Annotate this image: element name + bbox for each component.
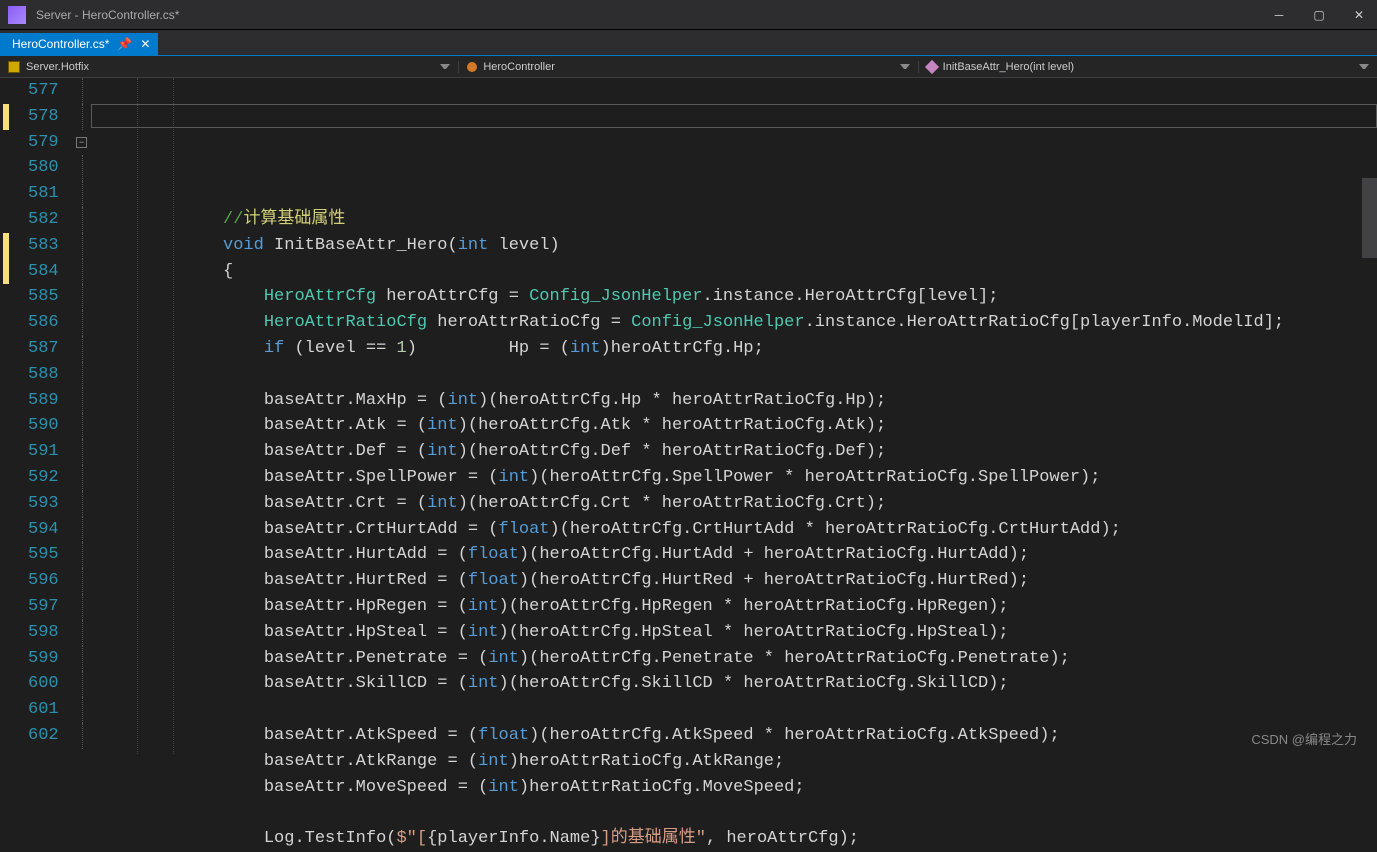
- tab-close-icon[interactable]: ✕: [140, 37, 150, 51]
- code-line[interactable]: [101, 362, 1377, 388]
- pin-icon[interactable]: 📌: [117, 37, 132, 51]
- line-number: 600: [28, 671, 59, 697]
- line-number: 587: [28, 336, 59, 362]
- line-number: 601: [28, 697, 59, 723]
- line-number: 583: [28, 233, 59, 259]
- line-number: 590: [28, 413, 59, 439]
- code-line[interactable]: Log.TestInfo($"[{playerInfo.Name}]的基础属性"…: [101, 826, 1377, 852]
- code-editor[interactable]: 5775785795805815825835845855865875885895…: [0, 78, 1377, 754]
- title-bar: Server - HeroController.cs* ─ ▢ ✕: [0, 0, 1377, 30]
- context-namespace-label: Server.Hotfix: [26, 61, 89, 73]
- line-number: 594: [28, 517, 59, 543]
- visualstudio-icon: [8, 6, 26, 24]
- code-line[interactable]: [101, 697, 1377, 723]
- code-line[interactable]: baseAttr.SpellPower = (int)(heroAttrCfg.…: [101, 465, 1377, 491]
- window-controls: ─ ▢ ✕: [1269, 8, 1369, 22]
- line-number: 579: [28, 130, 59, 156]
- line-number: 591: [28, 439, 59, 465]
- namespace-icon: [8, 61, 20, 73]
- code-line[interactable]: baseAttr.MoveSpeed = (int)heroAttrRatioC…: [101, 775, 1377, 801]
- code-line[interactable]: baseAttr.MaxHp = (int)(heroAttrCfg.Hp * …: [101, 388, 1377, 414]
- code-line[interactable]: baseAttr.HurtAdd = (float)(heroAttrCfg.H…: [101, 542, 1377, 568]
- watermark: CSDN @编程之力: [1251, 729, 1357, 748]
- code-line[interactable]: [101, 800, 1377, 826]
- tab-label: HeroController.cs*: [12, 37, 109, 51]
- line-number: 578: [28, 104, 59, 130]
- code-line[interactable]: baseAttr.HurtRed = (float)(heroAttrCfg.H…: [101, 568, 1377, 594]
- context-class-label: HeroController: [483, 61, 555, 73]
- minimize-button[interactable]: ─: [1269, 8, 1289, 22]
- code-line[interactable]: baseAttr.Crt = (int)(heroAttrCfg.Crt * h…: [101, 491, 1377, 517]
- tab-bar: HeroController.cs* 📌 ✕: [0, 30, 1377, 56]
- code-line[interactable]: //计算基础属性: [101, 207, 1377, 233]
- context-method[interactable]: InitBaseAttr_Hero(int level): [919, 61, 1377, 73]
- context-class[interactable]: HeroController: [459, 61, 918, 73]
- line-number: 585: [28, 284, 59, 310]
- chevron-down-icon: [900, 64, 910, 70]
- line-number: 582: [28, 207, 59, 233]
- line-number: 588: [28, 362, 59, 388]
- code-line[interactable]: HeroAttrCfg heroAttrCfg = Config_JsonHel…: [101, 284, 1377, 310]
- line-number: 597: [28, 594, 59, 620]
- class-icon: [467, 62, 477, 72]
- line-number: 589: [28, 388, 59, 414]
- scrollbar-thumb[interactable]: [1362, 178, 1377, 258]
- line-number: 577: [28, 78, 59, 104]
- code-area[interactable]: //计算基础属性 void InitBaseAttr_Hero(int leve…: [91, 78, 1377, 754]
- code-line[interactable]: baseAttr.HpRegen = (int)(heroAttrCfg.HpR…: [101, 594, 1377, 620]
- code-line[interactable]: if (level == 1) Hp = (int)heroAttrCfg.Hp…: [101, 336, 1377, 362]
- line-number: 580: [28, 155, 59, 181]
- line-number: 592: [28, 465, 59, 491]
- chevron-down-icon: [1359, 64, 1369, 70]
- line-number: 596: [28, 568, 59, 594]
- code-line[interactable]: [101, 181, 1377, 207]
- chevron-down-icon: [440, 64, 450, 70]
- line-number-gutter[interactable]: 5775785795805815825835845855865875885895…: [0, 78, 73, 754]
- context-namespace[interactable]: Server.Hotfix: [0, 61, 459, 73]
- code-line[interactable]: HeroAttrRatioCfg heroAttrRatioCfg = Conf…: [101, 310, 1377, 336]
- code-line[interactable]: baseAttr.AtkRange = (int)heroAttrRatioCf…: [101, 749, 1377, 775]
- fold-toggle-icon[interactable]: −: [76, 137, 87, 148]
- code-line[interactable]: baseAttr.AtkSpeed = (float)(heroAttrCfg.…: [101, 723, 1377, 749]
- current-line-outline: [91, 104, 1377, 128]
- close-button[interactable]: ✕: [1349, 8, 1369, 22]
- line-number: 584: [28, 259, 59, 285]
- change-marker: [3, 104, 9, 130]
- code-line[interactable]: void InitBaseAttr_Hero(int level): [101, 233, 1377, 259]
- change-marker: [3, 233, 9, 259]
- context-bar: Server.Hotfix HeroController InitBaseAtt…: [0, 56, 1377, 78]
- line-number: 581: [28, 181, 59, 207]
- line-number: 602: [28, 723, 59, 749]
- code-line[interactable]: baseAttr.SkillCD = (int)(heroAttrCfg.Ski…: [101, 671, 1377, 697]
- code-line[interactable]: {: [101, 259, 1377, 285]
- code-line[interactable]: baseAttr.Penetrate = (int)(heroAttrCfg.P…: [101, 646, 1377, 672]
- code-line[interactable]: baseAttr.HpSteal = (int)(heroAttrCfg.HpS…: [101, 620, 1377, 646]
- line-number: 595: [28, 542, 59, 568]
- maximize-button[interactable]: ▢: [1309, 8, 1329, 22]
- context-method-label: InitBaseAttr_Hero(int level): [943, 61, 1074, 73]
- code-line[interactable]: baseAttr.CrtHurtAdd = (float)(heroAttrCf…: [101, 517, 1377, 543]
- method-icon: [925, 59, 939, 73]
- line-number: 586: [28, 310, 59, 336]
- change-marker: [3, 259, 9, 285]
- line-number: 598: [28, 620, 59, 646]
- tab-herocontroller[interactable]: HeroController.cs* 📌 ✕: [0, 33, 158, 55]
- line-number: 599: [28, 646, 59, 672]
- fold-column[interactable]: −: [73, 78, 91, 754]
- code-line[interactable]: baseAttr.Atk = (int)(heroAttrCfg.Atk * h…: [101, 413, 1377, 439]
- code-line[interactable]: baseAttr.Def = (int)(heroAttrCfg.Def * h…: [101, 439, 1377, 465]
- line-number: 593: [28, 491, 59, 517]
- window-title: Server - HeroController.cs*: [36, 8, 179, 22]
